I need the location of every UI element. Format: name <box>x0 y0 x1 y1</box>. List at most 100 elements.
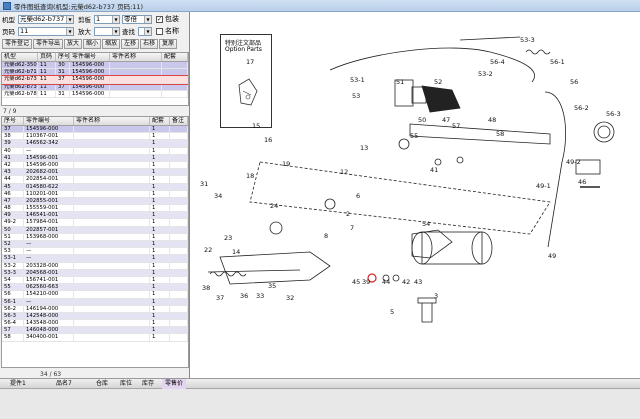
lookup-select[interactable]: ▼ <box>138 26 152 36</box>
model-select[interactable]: 元榮d62-b737 ▼ <box>18 14 74 24</box>
table-cell: 37 <box>2 126 24 133</box>
pack-checkbox[interactable]: ✓ <box>156 15 163 23</box>
table-row[interactable]: 38 110367-001 1 <box>2 133 188 141</box>
table-cell: 42 <box>2 161 24 169</box>
zoom-out-button[interactable]: 缩小 <box>83 39 102 49</box>
table-cell: 154596-000 <box>24 126 74 133</box>
table-row[interactable]: 元榮d62-b738 11 37 154596-000 <box>2 83 188 91</box>
col-header[interactable]: 机型 <box>2 53 38 61</box>
table-row[interactable]: 53-3 204568-001 1 <box>2 269 188 277</box>
table-row[interactable]: 47 202855-001 1 <box>2 197 188 206</box>
callout-label: 2 <box>346 210 351 218</box>
table-cell <box>170 327 188 334</box>
table-row[interactable]: 58 340400-001 1 <box>2 334 188 342</box>
table-row[interactable]: 41 154596-001 1 <box>2 154 188 162</box>
table-row[interactable]: 56-1— 1 <box>2 298 188 306</box>
callout-label: 43 <box>414 278 423 286</box>
table-row[interactable]: 43 202682-001 1 <box>2 169 188 177</box>
col-header[interactable]: 零售价 <box>162 379 187 389</box>
table-cell: 1 <box>150 284 170 291</box>
table-row[interactable]: 51 153968-000 1 <box>2 233 188 241</box>
page-select[interactable]: 11 ▼ <box>18 26 74 36</box>
table-row[interactable]: 元榮d62-b710 11 31 154596-000 <box>2 69 188 77</box>
reset-button[interactable]: 复原 <box>159 39 178 49</box>
table-cell: 56 <box>2 291 24 298</box>
col-header[interactable]: 配套 <box>150 117 170 125</box>
table-row[interactable]: 56-4 143548-000 1 <box>2 320 188 328</box>
col-header[interactable]: 页码 <box>38 53 56 61</box>
table-cell: 1 <box>150 334 170 341</box>
col-header[interactable]: 库存 <box>142 379 154 389</box>
col-header[interactable]: 配套 <box>162 53 188 61</box>
scale-button[interactable]: 缩放 <box>102 39 121 49</box>
chevron-down-icon[interactable]: ▼ <box>112 27 119 35</box>
table-cell <box>170 197 188 205</box>
col-header[interactable]: 库位 <box>120 379 132 389</box>
col-header[interactable]: 提件1 <box>10 379 26 389</box>
table-row[interactable]: 48 155559-001 1 <box>2 205 188 213</box>
table-row[interactable]: 57 146048-000 1 <box>2 327 188 335</box>
table-row[interactable]: 56-3 142548-000 1 <box>2 312 188 321</box>
table-row[interactable]: 52— 1 <box>2 241 188 249</box>
table-row[interactable]: 46 110201-001 1 <box>2 190 188 198</box>
table-row[interactable]: 56 154210-000 1 <box>2 291 188 299</box>
page-label: 页码 <box>2 28 15 36</box>
col-header[interactable]: 品名7 <box>56 379 72 389</box>
table-row[interactable]: 50 202857-001 1 <box>2 226 188 234</box>
table-row[interactable]: 49-2 157984-001 1 <box>2 219 188 227</box>
chevron-down-icon[interactable]: ▼ <box>144 15 151 23</box>
table-cell <box>170 298 188 305</box>
table-row[interactable]: 45 014580-622 1 <box>2 183 188 191</box>
table-row[interactable]: 54 156741-001 1 <box>2 276 188 285</box>
table-cell: 1 <box>150 212 170 219</box>
col-header[interactable]: 零件编号 <box>70 53 110 61</box>
callout-label: 50 <box>418 116 427 124</box>
callout-label: 42 <box>402 278 411 286</box>
col-header[interactable]: 零件编号 <box>24 117 74 125</box>
move-left-button[interactable]: 左移 <box>121 39 140 49</box>
chevron-down-icon[interactable]: ▼ <box>112 15 119 23</box>
table-row[interactable]: 53-1— 1 <box>2 255 188 263</box>
table-row[interactable]: 元榮d62-b780 11 31 154596-000 <box>2 90 188 98</box>
table-cell: 38 <box>2 133 24 140</box>
toolbar: 零件登记 零件导出 放大 缩小 缩放 左移 右移 复原 <box>2 39 188 50</box>
move-right-button[interactable]: 右移 <box>140 39 159 49</box>
name-checkbox[interactable] <box>156 27 163 35</box>
table-row[interactable]: 42 154596-000 1 <box>2 161 188 170</box>
register-part-button[interactable]: 零件登记 <box>2 39 33 49</box>
col-header[interactable]: 备注 <box>170 117 188 125</box>
table-row[interactable]: 40— 1 <box>2 147 188 155</box>
table-cell <box>170 284 188 291</box>
table-row[interactable]: 39 146562-342 1 <box>2 140 188 148</box>
callout-label: 19 <box>282 160 291 168</box>
chevron-down-icon[interactable]: ▼ <box>66 15 73 23</box>
callout-label: 6 <box>356 192 361 200</box>
table-row[interactable]: 元榮d62-350 11 30 154596-000 <box>2 62 188 70</box>
table-row[interactable]: 44 202854-001 1 <box>2 176 188 184</box>
col-header[interactable]: 仓库 <box>96 379 108 389</box>
table-cell <box>74 305 150 312</box>
chevron-down-icon[interactable]: ▼ <box>144 27 151 35</box>
col-header[interactable]: 零件名称 <box>110 53 162 61</box>
table-cell: — <box>24 241 74 248</box>
table-row[interactable]: 53-2 203328-000 1 <box>2 262 188 270</box>
zoom-select[interactable]: 零倍 ▼ <box>122 14 152 24</box>
table-row-selected[interactable]: 元榮d62-b737 11 37 154596-000 <box>2 75 188 85</box>
chevron-down-icon[interactable]: ▼ <box>66 27 73 35</box>
col-header[interactable]: 序号 <box>2 117 24 125</box>
table-row[interactable]: 56-2 146194-000 1 <box>2 305 188 313</box>
extra-select[interactable]: 1 ▼ <box>94 14 120 24</box>
table-cell <box>170 334 188 341</box>
table-row[interactable]: 49 146541-001 1 <box>2 212 188 220</box>
enlarge-select[interactable]: ▼ <box>94 26 120 36</box>
table-cell: 56-4 <box>2 320 24 327</box>
col-header[interactable]: 零件名称 <box>74 117 150 125</box>
zoom-in-button[interactable]: 放大 <box>64 39 83 49</box>
export-part-button[interactable]: 零件导出 <box>33 39 64 49</box>
table-row[interactable]: 37 154596-000 1 <box>2 126 188 134</box>
table-row[interactable]: 53— 1 <box>2 248 188 256</box>
callout-label: 32 <box>286 294 295 302</box>
table-row[interactable]: 55 062560-663 1 <box>2 284 188 292</box>
col-header[interactable]: 序号 <box>56 53 70 61</box>
parts-diagram[interactable]: 特别注文部品 Option Parts 17 53-1 51 52 53-2 5… <box>190 12 640 378</box>
